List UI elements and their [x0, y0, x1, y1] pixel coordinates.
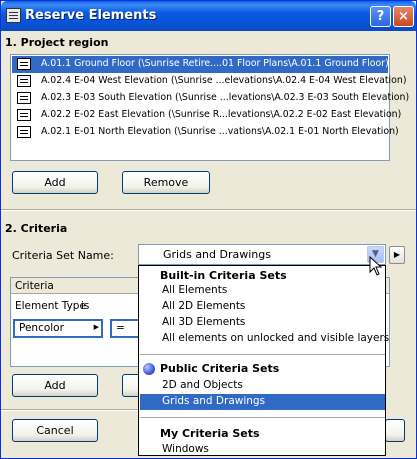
add-region-button[interactable]: Add: [12, 171, 98, 194]
selected-group-bullet-icon: [143, 363, 155, 375]
criteria-set-name-label: Criteria Set Name:: [12, 249, 114, 262]
list-item[interactable]: A.02.2 E-02 East Elevation (\Sunrise R..…: [12, 107, 401, 124]
add-criteria-button[interactable]: Add: [12, 374, 98, 397]
list-item[interactable]: A.02.1 E-01 North Elevation (\Sunrise ..…: [12, 124, 399, 141]
dropdown-option[interactable]: All Elements: [140, 283, 385, 299]
criteria-set-menu-button[interactable]: ▶: [389, 246, 405, 264]
mouse-pointer-icon: [369, 256, 383, 276]
section-divider: [1, 209, 416, 211]
help-button[interactable]: ?: [370, 6, 391, 27]
dropdown-option[interactable]: 2D and Objects: [140, 378, 385, 394]
layout-document-icon: [17, 92, 31, 104]
dropdown-group-heading: Public Criteria Sets: [160, 362, 280, 375]
dialog-app-icon: [6, 8, 21, 23]
project-region-list[interactable]: A.01.1 Ground Floor (\Sunrise Retire....…: [10, 54, 409, 161]
criteria-row-operator: is: [81, 300, 90, 312]
remove-region-button[interactable]: Remove: [122, 171, 210, 194]
criteria-operator-value: =: [116, 322, 125, 334]
list-item-label: A.02.4 E-04 West Elevation (\Sunrise ...…: [41, 75, 407, 86]
list-item-label: A.01.1 Ground Floor (\Sunrise Retire....…: [41, 58, 389, 69]
dropdown-option[interactable]: All 3D Elements: [140, 315, 385, 331]
dropdown-group-heading: My Criteria Sets: [160, 427, 260, 440]
dropdown-option[interactable]: All 2D Elements: [140, 299, 385, 315]
criteria-set-value: Grids and Drawings: [163, 248, 271, 261]
criteria-column-header: Criteria: [15, 280, 54, 292]
layout-document-icon: [17, 109, 31, 121]
list-item[interactable]: A.01.1 Ground Floor (\Sunrise Retire....…: [12, 56, 389, 73]
triangle-right-icon: ▶: [93, 323, 99, 331]
list-item-label: A.02.1 E-01 North Elevation (\Sunrise ..…: [41, 126, 399, 137]
criteria-heading: 2. Criteria: [5, 222, 68, 235]
dropdown-separator: [140, 354, 385, 355]
footer-divider: [1, 409, 139, 411]
criteria-row-name: Element Type: [15, 300, 86, 312]
criteria-field-select[interactable]: Pencolor ▶: [14, 320, 102, 337]
project-region-heading: 1. Project region: [5, 36, 109, 49]
reserve-elements-dialog: Reserve Elements ? × 1. Project region A…: [0, 0, 417, 459]
list-item[interactable]: A.02.3 E-03 South Elevation (\Sunrise ..…: [12, 90, 409, 107]
list-item[interactable]: A.02.4 E-04 West Elevation (\Sunrise ...…: [12, 73, 407, 90]
close-button[interactable]: ×: [393, 6, 414, 27]
criteria-set-select[interactable]: Grids and Drawings ▼: [138, 244, 386, 265]
dropdown-option-selected[interactable]: Grids and Drawings: [140, 394, 385, 410]
criteria-field-value: Pencolor: [19, 322, 64, 334]
dropdown-option[interactable]: Windows: [140, 442, 385, 456]
cancel-button[interactable]: Cancel: [12, 419, 98, 442]
dropdown-separator: [140, 417, 385, 418]
criteria-set-dropdown: Built-in Criteria Sets All Elements All …: [138, 265, 389, 456]
ok-button[interactable]: [385, 419, 405, 442]
dropdown-option[interactable]: All elements on unlocked and visible lay…: [140, 331, 389, 347]
layout-document-icon: [17, 58, 31, 70]
dialog-title: Reserve Elements: [25, 8, 157, 23]
layout-document-icon: [17, 126, 31, 138]
layout-document-icon: [17, 75, 31, 87]
dropdown-group-heading: Built-in Criteria Sets: [160, 269, 287, 282]
list-item-label: A.02.3 E-03 South Elevation (\Sunrise ..…: [41, 92, 410, 103]
title-bar[interactable]: Reserve Elements ? ×: [1, 1, 416, 31]
list-item-label: A.02.2 E-02 East Elevation (\Sunrise R..…: [41, 109, 402, 120]
